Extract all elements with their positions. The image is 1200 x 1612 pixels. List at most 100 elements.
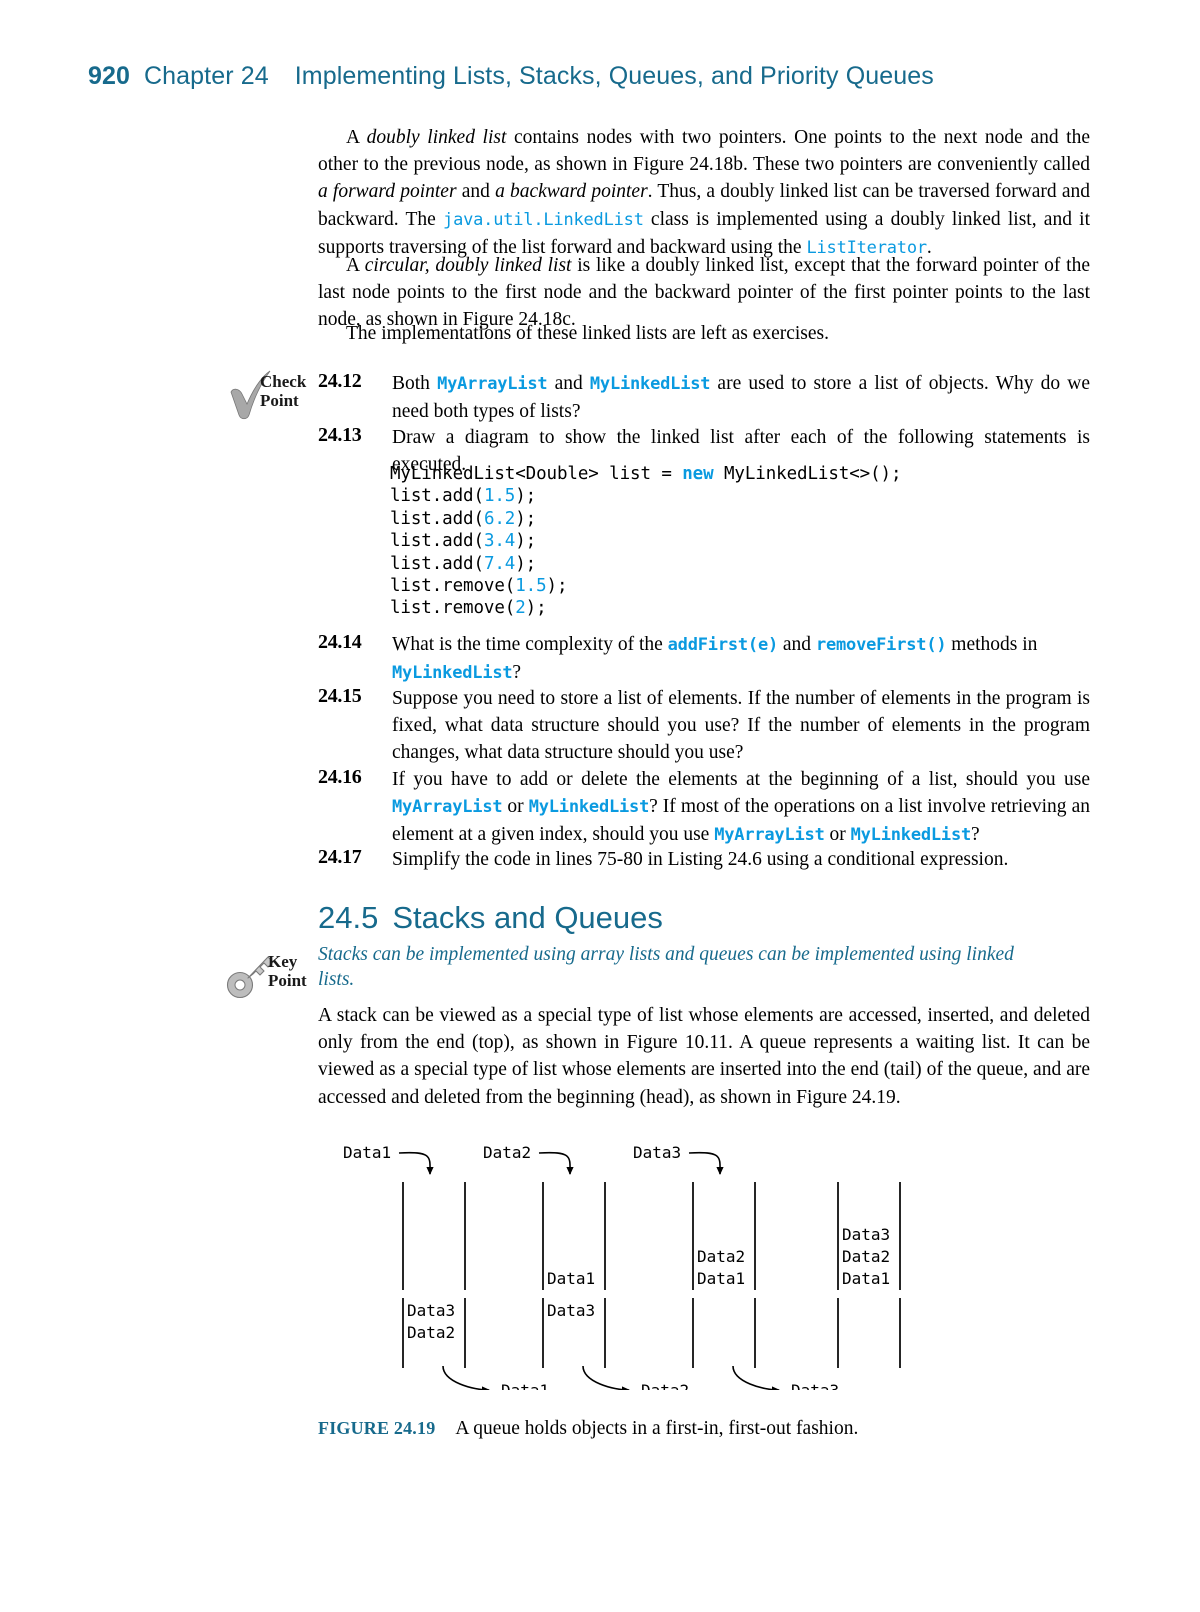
code-token: list.add( bbox=[390, 531, 484, 552]
paragraph-doubly-linked-list: A doubly linked list contains nodes with… bbox=[318, 124, 1090, 262]
running-head: 920 Chapter 24 Implementing Lists, Stacks,… bbox=[88, 62, 934, 91]
code-line: list.add(7.4); bbox=[390, 553, 901, 575]
text-run: or bbox=[824, 824, 851, 846]
chapter-label: Chapter 24 bbox=[144, 62, 269, 90]
enqueue-arrow bbox=[398, 1151, 434, 1175]
text-run: If you have to add or delete the element… bbox=[392, 769, 1090, 790]
exercise-24-17: 24.17 Simplify the code in lines 75-80 i… bbox=[318, 846, 1090, 873]
code-token: list.add( bbox=[390, 553, 484, 574]
key-point-label: Key Point bbox=[268, 952, 307, 990]
emphasis-run: a forward pointer bbox=[318, 181, 457, 203]
code-token: ); bbox=[515, 531, 537, 552]
text-run: The implementations of these linked list… bbox=[346, 323, 830, 344]
exercise-number: 24.14 bbox=[318, 631, 362, 653]
exercise-number: 24.13 bbox=[318, 424, 362, 446]
figure-caption-text: A queue holds objects in a first-in, fir… bbox=[455, 1418, 859, 1439]
key-point-line1: Key bbox=[268, 952, 298, 971]
text-run: Both bbox=[392, 373, 438, 394]
code-token: ); bbox=[525, 598, 547, 619]
dequeue-label: Data1 bbox=[501, 1381, 549, 1390]
exercise-24-12: 24.12 Both MyArrayList and MyLinkedList … bbox=[318, 370, 1090, 425]
dequeue-label: Data3 bbox=[791, 1381, 839, 1390]
code-token: list.add( bbox=[390, 486, 484, 507]
inline-code: MyLinkedList bbox=[589, 374, 711, 394]
emphasis-run: doubly linked list bbox=[366, 127, 507, 148]
exercise-24-14: 24.14 What is the time complexity of the… bbox=[318, 631, 1090, 687]
paragraph-stack-queue-intro: A stack can be viewed as a special type … bbox=[318, 1002, 1090, 1111]
enqueue-label: Data2 bbox=[483, 1143, 531, 1162]
emphasis-run: circular, doubly linked list bbox=[364, 255, 572, 276]
enqueue-label: Data3 bbox=[633, 1143, 681, 1162]
code-line: list.remove(2); bbox=[390, 597, 901, 619]
text-run: Suppose you need to store a list of elem… bbox=[392, 688, 1090, 764]
queue-item-label: Data1 bbox=[697, 1269, 745, 1288]
text-run: What is the time complexity of the bbox=[392, 634, 668, 655]
exercise-text: Simplify the code in lines 75-80 in List… bbox=[392, 846, 1090, 873]
text-run: A bbox=[346, 127, 367, 148]
exercise-24-15: 24.15 Suppose you need to store a list o… bbox=[318, 685, 1090, 767]
code-token: 6.2 bbox=[483, 508, 516, 529]
text-run: A bbox=[346, 255, 365, 276]
inline-code: removeFirst() bbox=[815, 635, 947, 655]
exercise-number: 24.16 bbox=[318, 766, 362, 788]
textbook-page: 920 Chapter 24 Implementing Lists, Stacks,… bbox=[0, 0, 1200, 1612]
section-title: Stacks and Queues bbox=[392, 900, 663, 935]
text-run: ? bbox=[512, 662, 522, 684]
code-line: list.add(3.4); bbox=[390, 530, 901, 552]
queue-item-label: Data2 bbox=[842, 1247, 890, 1266]
exercise-text: Suppose you need to store a list of elem… bbox=[392, 685, 1090, 767]
dequeue-arrow bbox=[582, 1365, 630, 1394]
code-token: MyLinkedList<>(); bbox=[713, 464, 902, 484]
figure-24-19-diagram: Data1 Data2 Data1 Data3 Data2 Data1 Data1 Data2… bbox=[318, 1140, 1090, 1400]
exercise-text: What is the time complexity of the addFi… bbox=[392, 631, 1090, 687]
exercise-text: If you have to add or delete the element… bbox=[392, 766, 1090, 850]
code-line: list.remove(1.5); bbox=[390, 575, 901, 597]
text-run: ? bbox=[971, 824, 980, 846]
code-token: MyLinkedList<Double> list = bbox=[390, 464, 683, 484]
queue-item-label: Data1 bbox=[547, 1269, 595, 1288]
text-run: A stack can be viewed as a special type … bbox=[318, 1005, 1090, 1108]
code-token: 1.5 bbox=[483, 486, 516, 507]
code-listing: MyLinkedList<Double> list = new MyLinked… bbox=[390, 463, 901, 620]
chapter-title: Implementing Lists, Stacks, Queues, and … bbox=[294, 62, 934, 90]
queue-item-label: Data2 bbox=[697, 1247, 745, 1266]
section-number: 24.5 bbox=[318, 900, 379, 935]
code-token: ); bbox=[515, 486, 537, 507]
page-number: 920 bbox=[88, 62, 131, 90]
queue-item-label: Data3 bbox=[547, 1301, 595, 1320]
check-point-label: Check Point bbox=[260, 372, 306, 410]
queue-item-label: Data3 bbox=[407, 1301, 455, 1320]
inline-code: MyArrayList bbox=[714, 825, 825, 846]
queue-item-label: Data2 bbox=[407, 1323, 455, 1342]
inline-code: MyArrayList bbox=[392, 797, 503, 818]
text-run: methods in bbox=[946, 634, 1038, 655]
code-token: ); bbox=[515, 553, 537, 574]
exercise-number: 24.17 bbox=[318, 846, 362, 868]
code-token: 3.4 bbox=[483, 531, 516, 552]
check-point-icon: Check Point bbox=[228, 368, 320, 424]
figure-caption: FIGURE 24.19 A queue holds objects in a f… bbox=[318, 1418, 858, 1440]
exercise-24-16: 24.16 If you have to add or delete the e… bbox=[318, 766, 1090, 850]
inline-code: java.util.LinkedList bbox=[443, 209, 644, 230]
code-token: list.remove( bbox=[390, 598, 516, 619]
exercise-number: 24.12 bbox=[318, 370, 362, 392]
inline-code: addFirst(e) bbox=[667, 635, 779, 655]
queue-item-label: Data3 bbox=[842, 1225, 890, 1244]
code-line: list.add(6.2); bbox=[390, 508, 901, 530]
code-token: 2 bbox=[515, 598, 526, 619]
enqueue-arrow bbox=[688, 1151, 724, 1175]
check-point-line2: Point bbox=[260, 391, 299, 410]
code-token: 1.5 bbox=[515, 576, 547, 597]
exercise-text: Both MyArrayList and MyLinkedList are us… bbox=[392, 370, 1090, 425]
enqueue-label: Data1 bbox=[343, 1143, 391, 1162]
code-token: list.remove( bbox=[390, 576, 516, 597]
code-token: 7.4 bbox=[483, 553, 516, 574]
dequeue-arrow bbox=[442, 1365, 490, 1394]
code-line: list.add(1.5); bbox=[390, 485, 901, 507]
code-line: MyLinkedList<Double> list = new MyLinked… bbox=[390, 463, 901, 485]
inline-code: MyLinkedList bbox=[528, 797, 650, 818]
text-run: Simplify the code in lines 75-80 in List… bbox=[392, 849, 1009, 870]
text-run: and bbox=[456, 181, 496, 203]
queue-column-bottom-4 bbox=[837, 1298, 901, 1368]
code-token: list.add( bbox=[390, 508, 484, 529]
